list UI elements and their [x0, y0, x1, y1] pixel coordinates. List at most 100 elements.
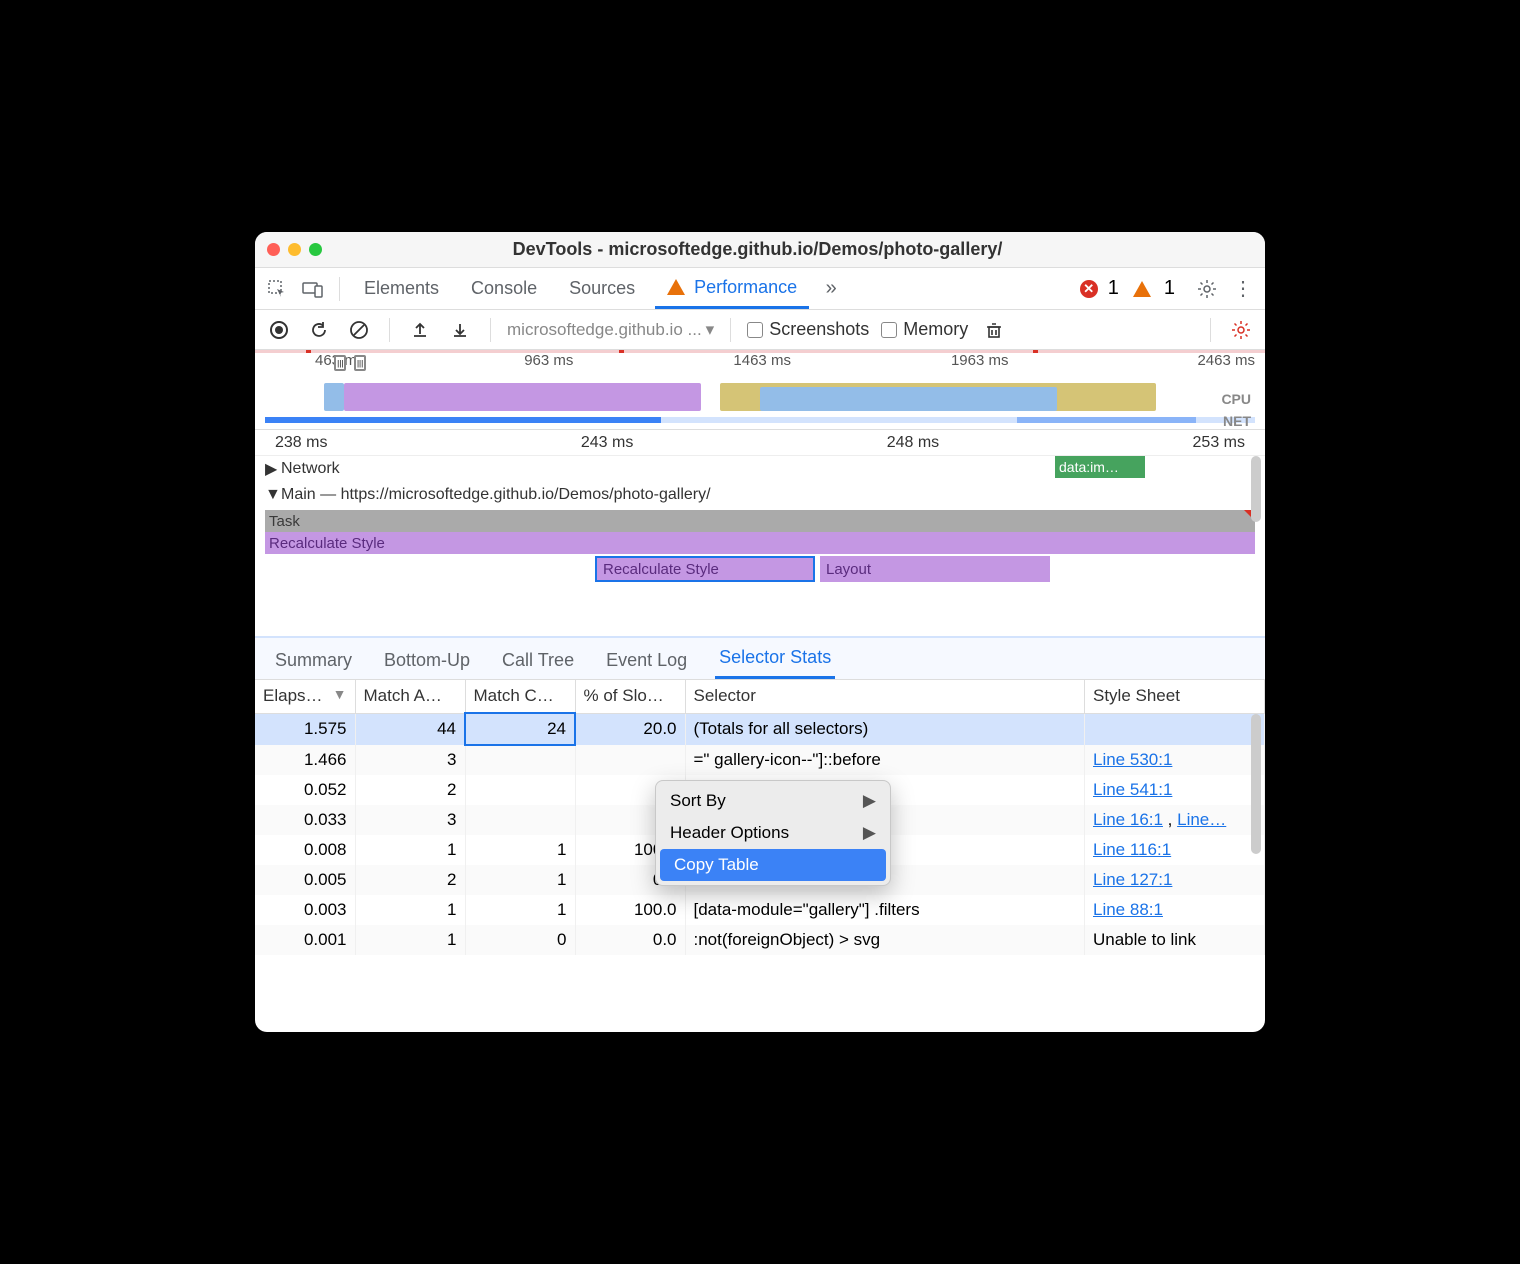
- table-row[interactable]: 0.001100.0:not(foreignObject) > svgUnabl…: [255, 925, 1265, 955]
- table-cell: 1: [465, 895, 575, 925]
- menu-header-options[interactable]: Header Options ▶: [656, 817, 890, 849]
- table-cell: 1: [465, 865, 575, 895]
- tab-sources[interactable]: Sources: [557, 270, 647, 307]
- table-cell: 1: [355, 925, 465, 955]
- flame-chart[interactable]: ▶ Network data:im… ▼ Main — https://micr…: [255, 456, 1265, 636]
- profile-dropdown[interactable]: microsoftedge.github.io ... ▾: [507, 320, 714, 340]
- table-cell: =" gallery-icon--"]::before: [685, 745, 1085, 775]
- tab-console[interactable]: Console: [459, 270, 549, 307]
- tab-summary[interactable]: Summary: [271, 642, 356, 679]
- maximize-icon[interactable]: [309, 243, 322, 256]
- layout-label: Layout: [826, 561, 871, 578]
- table-cell: 24: [465, 713, 575, 745]
- scrollbar[interactable]: [1251, 456, 1261, 522]
- layout-bar[interactable]: Layout: [820, 556, 1050, 582]
- window-title: DevTools - microsoftedge.github.io/Demos…: [322, 239, 1193, 260]
- table-cell: Line 541:1: [1085, 775, 1265, 805]
- device-toolbar-icon[interactable]: [299, 275, 327, 303]
- download-profile-icon[interactable]: [446, 316, 474, 344]
- col-elapsed[interactable]: Elaps…▼: [255, 680, 355, 713]
- table-cell: [465, 805, 575, 835]
- record-button[interactable]: [265, 316, 293, 344]
- disclosure-down-icon[interactable]: ▼: [265, 486, 277, 504]
- menu-label: Sort By: [670, 791, 726, 811]
- disclosure-right-icon[interactable]: ▶: [265, 459, 277, 479]
- table-cell: 100.0: [575, 895, 685, 925]
- tab-bottom-up[interactable]: Bottom-Up: [380, 642, 474, 679]
- recalculate-style-bar-full[interactable]: Recalculate Style: [265, 532, 1255, 554]
- upload-profile-icon[interactable]: [406, 316, 434, 344]
- stylesheet-link[interactable]: Line 16:1: [1093, 810, 1163, 829]
- recalc-label: Recalculate Style: [269, 535, 385, 552]
- clear-button[interactable]: [345, 316, 373, 344]
- col-match-a[interactable]: Match A…: [355, 680, 465, 713]
- stylesheet-link[interactable]: Line 541:1: [1093, 780, 1172, 799]
- table-cell: 0.0: [575, 925, 685, 955]
- table-cell: Line 530:1: [1085, 745, 1265, 775]
- warning-badge-icon[interactable]: [1133, 281, 1151, 297]
- table-row[interactable]: 1.4663=" gallery-icon--"]::beforeLine 53…: [255, 745, 1265, 775]
- checkbox-icon: [881, 322, 897, 338]
- network-track-header[interactable]: ▶ Network data:im…: [255, 456, 1265, 482]
- table-cell: 0.005: [255, 865, 355, 895]
- network-request-chip[interactable]: data:im…: [1055, 456, 1145, 478]
- tick-label: 963 ms: [524, 352, 573, 369]
- gc-icon[interactable]: [980, 316, 1008, 344]
- tab-event-log[interactable]: Event Log: [602, 642, 691, 679]
- table-cell: [465, 745, 575, 775]
- settings-icon[interactable]: [1193, 275, 1221, 303]
- table-row[interactable]: 0.00311100.0[data-module="gallery"] .fil…: [255, 895, 1265, 925]
- close-icon[interactable]: [267, 243, 280, 256]
- menu-sort-by[interactable]: Sort By ▶: [656, 785, 890, 817]
- screenshots-checkbox[interactable]: Screenshots: [747, 319, 869, 340]
- tab-performance[interactable]: Performance: [655, 269, 809, 309]
- col-selector[interactable]: Selector: [685, 680, 1085, 713]
- scrollbar[interactable]: [1251, 714, 1261, 854]
- ruler-tick: 238 ms: [275, 434, 327, 455]
- net-label: NET: [1223, 413, 1251, 429]
- col-sheet[interactable]: Style Sheet: [1085, 680, 1265, 713]
- stylesheet-link[interactable]: Line 127:1: [1093, 870, 1172, 889]
- overview-panel[interactable]: 463 ms 963 ms 1463 ms 1963 ms 2463 ms ||…: [255, 350, 1265, 430]
- col-label: Elaps…: [263, 686, 323, 705]
- error-count: 1: [1108, 277, 1119, 300]
- recalculate-style-bar-selected[interactable]: Recalculate Style: [595, 556, 815, 582]
- kebab-menu-icon[interactable]: ⋮: [1229, 275, 1257, 303]
- stylesheet-link[interactable]: Line 530:1: [1093, 750, 1172, 769]
- stylesheet-link[interactable]: Line 88:1: [1093, 900, 1163, 919]
- tab-call-tree[interactable]: Call Tree: [498, 642, 578, 679]
- warning-icon: [667, 279, 685, 295]
- detail-tabs: Summary Bottom-Up Call Tree Event Log Se…: [255, 636, 1265, 680]
- overview-handle-left[interactable]: |||: [334, 355, 346, 371]
- tab-performance-label: Performance: [694, 277, 797, 298]
- tab-selector-stats[interactable]: Selector Stats: [715, 639, 835, 679]
- tab-elements[interactable]: Elements: [352, 270, 451, 307]
- ruler-tick: 248 ms: [887, 434, 939, 455]
- table-cell: [575, 745, 685, 775]
- main-track-header[interactable]: ▼ Main — https://microsoftedge.github.io…: [255, 482, 1265, 508]
- col-match-c[interactable]: Match C…: [465, 680, 575, 713]
- minimize-icon[interactable]: [288, 243, 301, 256]
- warning-count: 1: [1164, 277, 1175, 300]
- table-cell: 44: [355, 713, 465, 745]
- table-row[interactable]: 1.575442420.0(Totals for all selectors): [255, 713, 1265, 745]
- error-badge-icon[interactable]: ✕: [1080, 280, 1098, 298]
- table-cell: 20.0: [575, 713, 685, 745]
- overview-handle-right[interactable]: |||: [354, 355, 366, 371]
- menu-copy-table[interactable]: Copy Table: [660, 849, 886, 881]
- chevron-down-icon: ▾: [706, 320, 715, 340]
- stylesheet-link[interactable]: Line…: [1177, 810, 1226, 829]
- capture-settings-icon[interactable]: [1227, 316, 1255, 344]
- table-cell: 0.052: [255, 775, 355, 805]
- stylesheet-link[interactable]: Line 116:1: [1093, 840, 1171, 859]
- task-bar[interactable]: Task: [265, 510, 1255, 532]
- col-slow[interactable]: % of Slo…: [575, 680, 685, 713]
- table-cell: 0.001: [255, 925, 355, 955]
- inspect-element-icon[interactable]: [263, 275, 291, 303]
- network-label: Network: [281, 460, 340, 478]
- reload-button[interactable]: [305, 316, 333, 344]
- performance-toolbar: microsoftedge.github.io ... ▾ Screenshot…: [255, 310, 1265, 350]
- memory-checkbox[interactable]: Memory: [881, 319, 968, 340]
- more-tabs-icon[interactable]: »: [817, 275, 845, 303]
- table-cell: Line 88:1: [1085, 895, 1265, 925]
